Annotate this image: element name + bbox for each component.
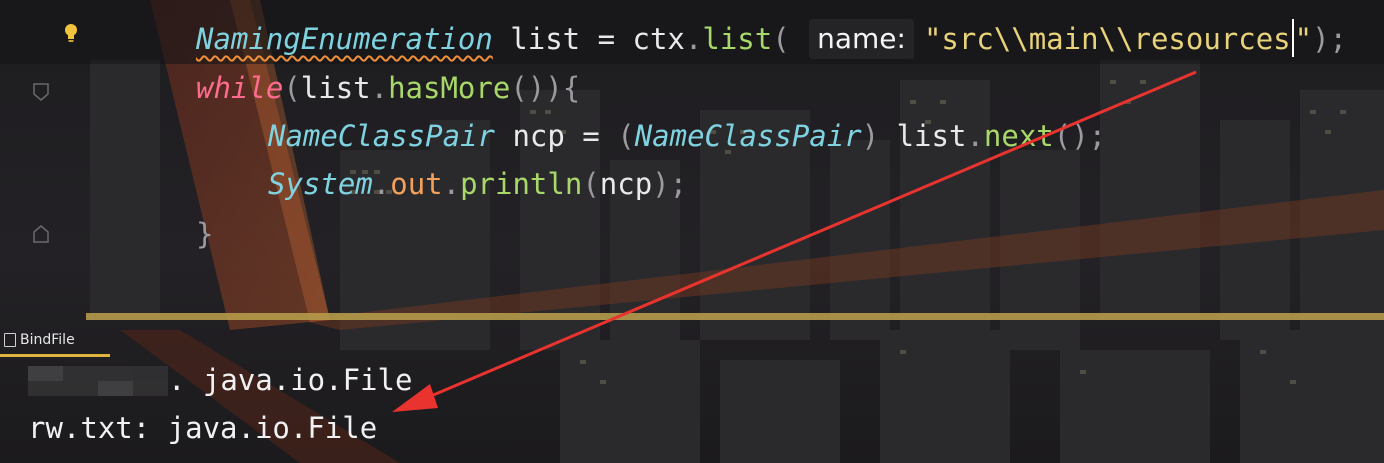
code-token: NameClassPair [634, 119, 862, 153]
tab-label: BindFile [20, 332, 75, 348]
console-output-line: rw.txt: java.io.File [28, 411, 378, 445]
code-token: (); [1053, 119, 1107, 153]
code-token: next [983, 119, 1054, 153]
code-line[interactable]: NamingEnumeration list = ctx.list( name:… [196, 15, 1347, 63]
code-token: ctx [615, 22, 685, 56]
run-window-icon [4, 333, 16, 347]
code-token: = [597, 22, 616, 56]
lightbulb-icon[interactable] [62, 22, 80, 44]
code-token: hasMore [388, 71, 511, 105]
code-line[interactable]: while(list.hasMore()){ [196, 64, 580, 112]
code-token: . [442, 167, 461, 201]
code-token: ( [283, 71, 301, 105]
code-token: ) [861, 119, 897, 153]
code-token: = [582, 119, 600, 153]
code-line[interactable]: System.out.println(ncp); [268, 160, 687, 208]
code-token: list [492, 22, 598, 56]
code-token: out [390, 167, 443, 201]
code-token: . [684, 22, 703, 56]
code-token: ( [599, 119, 635, 153]
code-token: NameClassPair [268, 119, 495, 153]
active-tab-indicator [0, 354, 110, 357]
code-line[interactable]: NameClassPair ncp = (NameClassPair) list… [268, 112, 1106, 160]
fold-end-icon[interactable] [30, 224, 52, 246]
code-token: ); [652, 167, 688, 201]
code-token: ( [772, 22, 808, 56]
editor-gutter [0, 0, 92, 312]
text-caret [1291, 19, 1294, 57]
code-token: list [896, 119, 967, 153]
code-token: . [372, 167, 391, 201]
code-token: list [300, 71, 371, 105]
code-token: println [460, 167, 583, 201]
code-token: . [370, 71, 389, 105]
run-tool-window-tabs: BindFile [0, 325, 260, 357]
console-output-line: . java.io.File [168, 363, 413, 397]
tab-bindfile[interactable]: BindFile [0, 325, 110, 357]
code-token: ncp [599, 167, 653, 201]
code-token: while [196, 71, 284, 105]
ide-window: NamingEnumeration list = ctx.list( name:… [0, 0, 1384, 463]
code-token: } [196, 217, 214, 251]
code-token: ); [1312, 22, 1348, 56]
panel-divider[interactable] [86, 313, 1384, 320]
code-token: list [702, 22, 773, 56]
code-token: "src\\main\\resources [923, 22, 1291, 56]
code-token: NamingEnumeration [196, 22, 493, 56]
code-line[interactable]: } [196, 210, 213, 258]
redacted-region [28, 366, 168, 396]
code-token: ()){ [510, 71, 581, 105]
code-token: ncp [494, 119, 583, 153]
parameter-hint: name: [809, 19, 914, 59]
code-token: . [966, 119, 984, 153]
code-token: " [1294, 22, 1313, 56]
code-token: ( [582, 167, 600, 201]
fold-icon[interactable] [30, 80, 52, 102]
code-token: System [268, 167, 373, 201]
